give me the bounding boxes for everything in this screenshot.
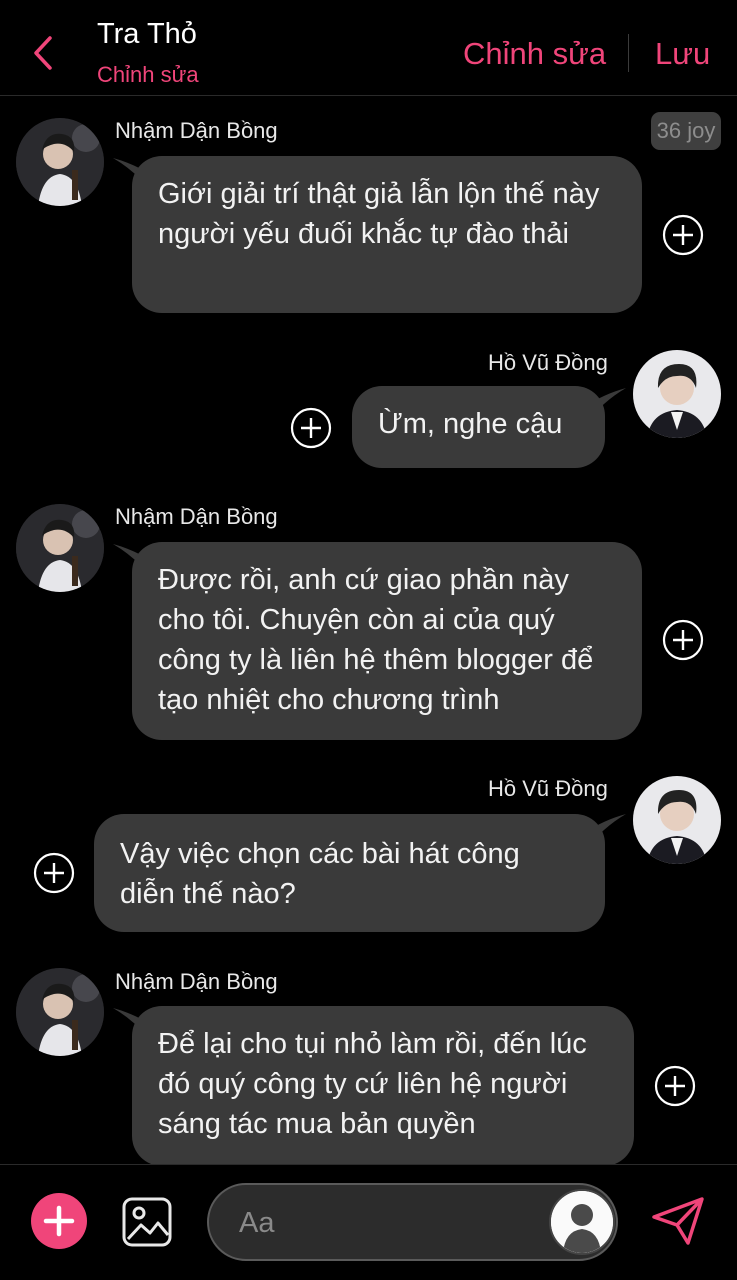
save-button[interactable]: Lưu [655, 36, 710, 72]
avatar-sender-left[interactable] [16, 504, 104, 592]
message-bubble[interactable]: Để lại cho tụi nhỏ làm rồi, đến lúc đó q… [132, 1006, 634, 1164]
sender-name: Nhậm Dận Bồng [115, 504, 278, 529]
user-silhouette-icon [551, 1191, 613, 1253]
plus-circle-icon [662, 214, 704, 256]
chevron-left-icon [34, 36, 52, 70]
add-reaction-button[interactable] [654, 1065, 696, 1107]
edit-button[interactable]: Chỉnh sửa [463, 36, 606, 72]
plus-circle-icon [662, 619, 704, 661]
back-button[interactable] [28, 34, 62, 72]
sender-name: Nhậm Dận Bồng [115, 118, 278, 143]
send-button[interactable] [650, 1195, 706, 1247]
sender-name: Hồ Vũ Đồng [488, 776, 608, 801]
add-reaction-button[interactable] [662, 214, 704, 256]
plus-circle-icon [33, 852, 75, 894]
message-bubble[interactable]: Giới giải trí thật giả lẫn lộn thế này n… [132, 156, 642, 313]
chat-subtitle[interactable]: Chỉnh sửa [97, 62, 199, 88]
message-bubble[interactable]: Được rồi, anh cứ giao phần này cho tôi. … [132, 542, 642, 740]
message-bubble[interactable]: Vậy việc chọn các bài hát công diễn thế … [94, 814, 605, 932]
plus-circle-icon [654, 1065, 696, 1107]
message-input[interactable] [237, 1199, 541, 1247]
message-bubble[interactable]: Ừm, nghe cậu [352, 386, 605, 468]
chat-title: Tra Thỏ [97, 18, 197, 50]
add-reaction-button[interactable] [290, 407, 332, 449]
send-icon [652, 1197, 704, 1245]
image-button[interactable] [120, 1195, 174, 1249]
avatar-sender-left[interactable] [16, 968, 104, 1056]
plus-circle-icon [290, 407, 332, 449]
sender-select-avatar[interactable] [549, 1189, 615, 1255]
plus-icon [43, 1205, 75, 1237]
joy-badge: 36 joy [651, 112, 721, 150]
sender-name: Nhậm Dận Bồng [115, 969, 278, 994]
avatar-sender-right[interactable] [633, 776, 721, 864]
image-icon [122, 1197, 172, 1247]
sender-name: Hồ Vũ Đồng [488, 350, 608, 375]
composer-bar [0, 1164, 737, 1280]
add-button[interactable] [31, 1193, 87, 1249]
add-reaction-button[interactable] [33, 852, 75, 894]
avatar-sender-right[interactable] [633, 350, 721, 438]
chat-header: Tra Thỏ Chỉnh sửa Chỉnh sửa Lưu [0, 0, 737, 96]
message-list[interactable]: 36 joy Nhậm Dận Bồng Giới giải trí thật … [0, 96, 737, 1164]
add-reaction-button[interactable] [662, 619, 704, 661]
message-input-container[interactable] [207, 1183, 618, 1261]
header-divider [628, 34, 629, 72]
avatar-sender-left[interactable] [16, 118, 104, 206]
